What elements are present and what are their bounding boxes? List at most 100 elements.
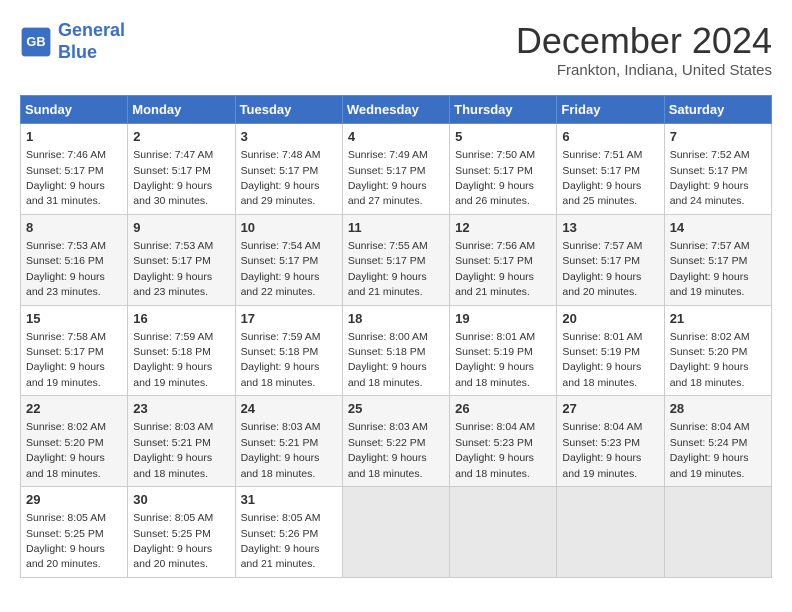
table-row: 9 Sunrise: 7:53 AMSunset: 5:17 PMDaylight… xyxy=(128,214,235,305)
table-row: 8Sunrise: 7:53 AMSunset: 5:16 PMDaylight… xyxy=(21,214,128,305)
day-header-monday: Monday xyxy=(128,96,235,124)
table-row: 5Sunrise: 7:50 AMSunset: 5:17 PMDaylight… xyxy=(450,124,557,215)
table-row: 3 Sunrise: 7:48 AMSunset: 5:17 PMDaylight… xyxy=(235,124,342,215)
day-number: 13 xyxy=(562,219,658,237)
cell-content: Sunrise: 8:01 AMSunset: 5:19 PMDaylight:… xyxy=(562,331,642,389)
cell-content: Sunrise: 7:46 AMSunset: 5:17 PMDaylight:… xyxy=(26,149,106,207)
calendar-week-row: 15 Sunrise: 7:58 AMSunset: 5:17 PMDayligh… xyxy=(21,305,772,396)
calendar-week-row: 1 Sunrise: 7:46 AMSunset: 5:17 PMDaylight… xyxy=(21,124,772,215)
table-row: 26Sunrise: 8:04 AMSunset: 5:23 PMDayligh… xyxy=(450,396,557,487)
cell-content: Sunrise: 7:56 AMSunset: 5:17 PMDaylight:… xyxy=(455,240,535,298)
cell-content: Sunrise: 8:04 AMSunset: 5:24 PMDaylight:… xyxy=(670,421,750,479)
calendar-title: December 2024 xyxy=(516,20,772,62)
day-number: 4 xyxy=(348,128,444,146)
day-number: 2 xyxy=(133,128,229,146)
cell-content: Sunrise: 7:53 AMSunset: 5:17 PMDaylight:… xyxy=(133,240,213,298)
table-row: 6Sunrise: 7:51 AMSunset: 5:17 PMDaylight… xyxy=(557,124,664,215)
table-row: 4 Sunrise: 7:49 AMSunset: 5:17 PMDaylight… xyxy=(342,124,449,215)
table-row: 16 Sunrise: 7:59 AMSunset: 5:18 PMDayligh… xyxy=(128,305,235,396)
calendar-week-row: 8Sunrise: 7:53 AMSunset: 5:16 PMDaylight… xyxy=(21,214,772,305)
cell-content: Sunrise: 8:03 AMSunset: 5:21 PMDaylight:… xyxy=(241,421,321,479)
day-number: 15 xyxy=(26,310,122,328)
cell-content: Sunrise: 8:04 AMSunset: 5:23 PMDaylight:… xyxy=(455,421,535,479)
cell-content: Sunrise: 7:59 AMSunset: 5:18 PMDaylight:… xyxy=(133,331,213,389)
logo-text: General Blue xyxy=(58,20,125,63)
day-header-thursday: Thursday xyxy=(450,96,557,124)
table-row: 18Sunrise: 8:00 AMSunset: 5:18 PMDayligh… xyxy=(342,305,449,396)
calendar-week-row: 29Sunrise: 8:05 AMSunset: 5:25 PMDayligh… xyxy=(21,487,772,578)
cell-content: Sunrise: 7:52 AMSunset: 5:17 PMDaylight:… xyxy=(670,149,750,207)
calendar-subtitle: Frankton, Indiana, United States xyxy=(516,62,772,79)
day-number: 31 xyxy=(241,491,337,509)
day-number: 3 xyxy=(241,128,337,146)
table-row: 24 Sunrise: 8:03 AMSunset: 5:21 PMDayligh… xyxy=(235,396,342,487)
day-number: 25 xyxy=(348,400,444,418)
day-number: 7 xyxy=(670,128,766,146)
day-number: 9 xyxy=(133,219,229,237)
day-header-wednesday: Wednesday xyxy=(342,96,449,124)
day-number: 16 xyxy=(133,310,229,328)
calendar-week-row: 22 Sunrise: 8:02 AMSunset: 5:20 PMDayligh… xyxy=(21,396,772,487)
cell-content: Sunrise: 8:01 AMSunset: 5:19 PMDaylight:… xyxy=(455,331,535,389)
table-row: 21Sunrise: 8:02 AMSunset: 5:20 PMDayligh… xyxy=(664,305,771,396)
cell-content: Sunrise: 7:54 AMSunset: 5:17 PMDaylight:… xyxy=(241,240,321,298)
cell-content: Sunrise: 8:03 AMSunset: 5:22 PMDaylight:… xyxy=(348,421,428,479)
table-row: 10 Sunrise: 7:54 AMSunset: 5:17 PMDayligh… xyxy=(235,214,342,305)
day-header-sunday: Sunday xyxy=(21,96,128,124)
day-number: 1 xyxy=(26,128,122,146)
table-row: 20 Sunrise: 8:01 AMSunset: 5:19 PMDayligh… xyxy=(557,305,664,396)
table-row: 22 Sunrise: 8:02 AMSunset: 5:20 PMDayligh… xyxy=(21,396,128,487)
day-number: 20 xyxy=(562,310,658,328)
day-number: 12 xyxy=(455,219,551,237)
cell-content: Sunrise: 7:48 AMSunset: 5:17 PMDaylight:… xyxy=(241,149,321,207)
table-row: 17Sunrise: 7:59 AMSunset: 5:18 PMDayligh… xyxy=(235,305,342,396)
table-row: 1 Sunrise: 7:46 AMSunset: 5:17 PMDaylight… xyxy=(21,124,128,215)
cell-content: Sunrise: 7:49 AMSunset: 5:17 PMDaylight:… xyxy=(348,149,428,207)
day-number: 14 xyxy=(670,219,766,237)
table-row: 28Sunrise: 8:04 AMSunset: 5:24 PMDayligh… xyxy=(664,396,771,487)
day-header-tuesday: Tuesday xyxy=(235,96,342,124)
day-number: 24 xyxy=(241,400,337,418)
cell-content: Sunrise: 8:03 AMSunset: 5:21 PMDaylight:… xyxy=(133,421,213,479)
table-row xyxy=(557,487,664,578)
cell-content: Sunrise: 7:51 AMSunset: 5:17 PMDaylight:… xyxy=(562,149,642,207)
cell-content: Sunrise: 8:05 AMSunset: 5:25 PMDaylight:… xyxy=(26,512,106,570)
cell-content: Sunrise: 7:57 AMSunset: 5:17 PMDaylight:… xyxy=(562,240,642,298)
day-number: 27 xyxy=(562,400,658,418)
page-header: GB General Blue December 2024 Frankton, … xyxy=(20,20,772,79)
cell-content: Sunrise: 7:55 AMSunset: 5:17 PMDaylight:… xyxy=(348,240,428,298)
calendar-table: SundayMondayTuesdayWednesdayThursdayFrid… xyxy=(20,95,772,578)
logo: GB General Blue xyxy=(20,20,125,63)
table-row: 13 Sunrise: 7:57 AMSunset: 5:17 PMDayligh… xyxy=(557,214,664,305)
cell-content: Sunrise: 8:05 AMSunset: 5:25 PMDaylight:… xyxy=(133,512,213,570)
table-row: 7 Sunrise: 7:52 AMSunset: 5:17 PMDaylight… xyxy=(664,124,771,215)
logo-icon: GB xyxy=(20,26,52,58)
title-block: December 2024 Frankton, Indiana, United … xyxy=(516,20,772,79)
day-number: 10 xyxy=(241,219,337,237)
table-row: 2Sunrise: 7:47 AMSunset: 5:17 PMDaylight… xyxy=(128,124,235,215)
table-row: 12 Sunrise: 7:56 AMSunset: 5:17 PMDayligh… xyxy=(450,214,557,305)
table-row xyxy=(342,487,449,578)
cell-content: Sunrise: 8:02 AMSunset: 5:20 PMDaylight:… xyxy=(26,421,106,479)
day-number: 23 xyxy=(133,400,229,418)
day-header-saturday: Saturday xyxy=(664,96,771,124)
table-row: 19Sunrise: 8:01 AMSunset: 5:19 PMDayligh… xyxy=(450,305,557,396)
table-row: 23 Sunrise: 8:03 AMSunset: 5:21 PMDayligh… xyxy=(128,396,235,487)
day-number: 11 xyxy=(348,219,444,237)
table-row: 25 Sunrise: 8:03 AMSunset: 5:22 PMDayligh… xyxy=(342,396,449,487)
cell-content: Sunrise: 7:50 AMSunset: 5:17 PMDaylight:… xyxy=(455,149,535,207)
day-number: 30 xyxy=(133,491,229,509)
table-row: 31Sunrise: 8:05 AMSunset: 5:26 PMDayligh… xyxy=(235,487,342,578)
table-row: 29Sunrise: 8:05 AMSunset: 5:25 PMDayligh… xyxy=(21,487,128,578)
day-number: 18 xyxy=(348,310,444,328)
cell-content: Sunrise: 8:02 AMSunset: 5:20 PMDaylight:… xyxy=(670,331,750,389)
cell-content: Sunrise: 7:53 AMSunset: 5:16 PMDaylight:… xyxy=(26,240,106,298)
day-number: 22 xyxy=(26,400,122,418)
table-row xyxy=(664,487,771,578)
cell-content: Sunrise: 7:57 AMSunset: 5:17 PMDaylight:… xyxy=(670,240,750,298)
table-row: 15 Sunrise: 7:58 AMSunset: 5:17 PMDayligh… xyxy=(21,305,128,396)
cell-content: Sunrise: 7:58 AMSunset: 5:17 PMDaylight:… xyxy=(26,331,106,389)
day-header-friday: Friday xyxy=(557,96,664,124)
svg-text:GB: GB xyxy=(26,34,45,49)
table-row: 11 Sunrise: 7:55 AMSunset: 5:17 PMDayligh… xyxy=(342,214,449,305)
